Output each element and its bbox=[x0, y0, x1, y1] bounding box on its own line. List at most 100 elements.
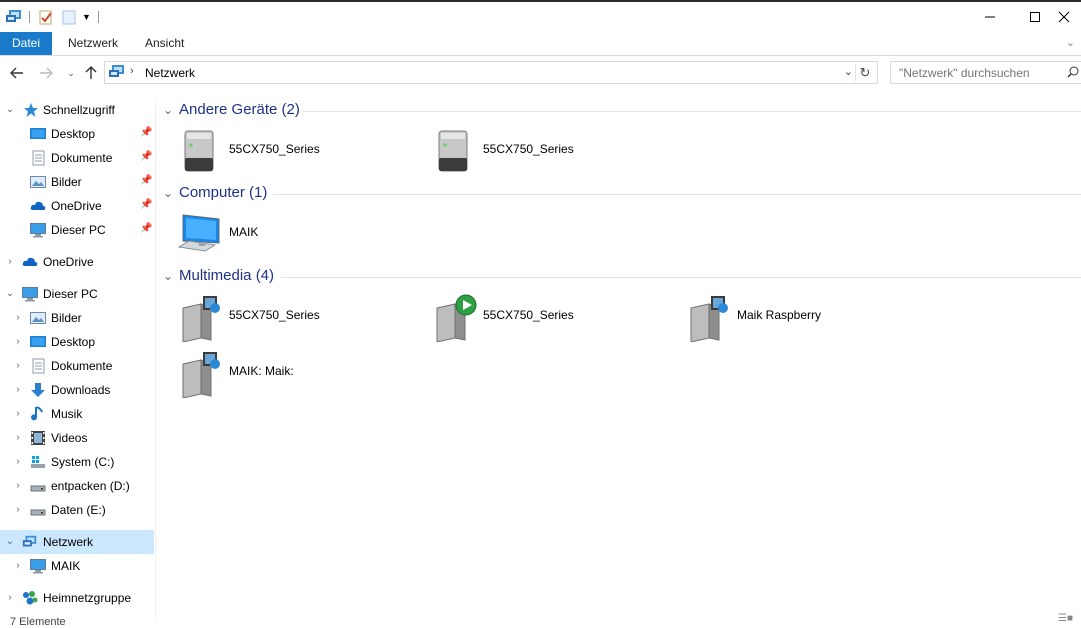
expanded-chevron-icon[interactable]: ⌄ bbox=[5, 104, 15, 115]
group-collapse-chevron-icon[interactable]: ⌄ bbox=[163, 103, 173, 117]
nav-item-pc-daten-e[interactable]: › Daten (E:) bbox=[0, 498, 154, 522]
nav-label: OneDrive bbox=[43, 255, 94, 269]
nav-label: Musik bbox=[51, 407, 83, 421]
media-server-icon bbox=[182, 352, 220, 398]
refresh-icon[interactable]: ↻ bbox=[855, 64, 874, 81]
media-server-icon bbox=[182, 296, 220, 342]
group-header-computer[interactable]: ⌄ Computer (1) bbox=[163, 184, 1081, 204]
collapsed-chevron-icon[interactable]: › bbox=[13, 384, 23, 395]
nav-label: System (C:) bbox=[51, 455, 115, 469]
search-box[interactable] bbox=[890, 61, 1081, 84]
ribbon-tabs: Datei Netzwerk Ansicht ⌄ bbox=[0, 32, 1081, 56]
nav-item-pc-musik[interactable]: › Musik bbox=[0, 402, 154, 426]
customize-quick-access-chevron-icon[interactable]: ▼ bbox=[82, 8, 91, 26]
details-view-icon[interactable]: ☰■ bbox=[1058, 613, 1073, 624]
computer-icon bbox=[30, 559, 46, 574]
media-item[interactable]: 55CX750_Series bbox=[181, 294, 421, 342]
nav-item-pc-system-c[interactable]: › System (C:) bbox=[0, 450, 154, 474]
breadcrumb-chevron-icon[interactable]: › bbox=[130, 65, 134, 77]
device-item[interactable]: 55CX750_Series bbox=[435, 128, 675, 176]
collapsed-chevron-icon[interactable]: › bbox=[13, 336, 23, 347]
pin-icon[interactable]: 📌 bbox=[140, 223, 152, 234]
nav-item-onedrive-quick[interactable]: OneDrive 📌 bbox=[0, 194, 154, 218]
expanded-chevron-icon[interactable]: ⌄ bbox=[5, 288, 15, 299]
computer-item[interactable]: MAIK bbox=[177, 211, 417, 259]
desktop-icon bbox=[30, 336, 46, 347]
media-server-icon bbox=[690, 296, 728, 342]
nav-item-desktop[interactable]: Desktop 📌 bbox=[0, 122, 154, 146]
collapsed-chevron-icon[interactable]: › bbox=[13, 480, 23, 491]
nav-item-pc-dokumente[interactable]: › Dokumente bbox=[0, 354, 154, 378]
collapsed-chevron-icon[interactable]: › bbox=[13, 408, 23, 419]
collapsed-chevron-icon[interactable]: › bbox=[13, 504, 23, 515]
recent-locations-chevron-icon[interactable]: ⌄ bbox=[62, 64, 80, 82]
new-folder-icon[interactable] bbox=[61, 8, 77, 26]
collapsed-chevron-icon[interactable]: › bbox=[5, 592, 15, 603]
pin-icon[interactable]: 📌 bbox=[140, 175, 152, 186]
address-dropdown-chevron-icon[interactable]: ⌄ bbox=[844, 65, 853, 78]
close-button[interactable] bbox=[1058, 6, 1081, 28]
group-header-other-devices[interactable]: ⌄ Andere Geräte (2) bbox=[163, 101, 1081, 121]
collapsed-chevron-icon[interactable]: › bbox=[13, 360, 23, 371]
breadcrumb-location[interactable]: Netzwerk bbox=[145, 66, 195, 80]
tab-datei[interactable]: Datei bbox=[0, 32, 53, 55]
device-item[interactable]: 55CX750_Series bbox=[181, 128, 421, 176]
nav-label: Videos bbox=[51, 431, 88, 445]
media-item[interactable]: MAIK: Maik: bbox=[181, 350, 421, 398]
minimize-icon bbox=[985, 16, 995, 18]
nav-item-dokumente[interactable]: Dokumente 📌 bbox=[0, 146, 154, 170]
nav-item-onedrive[interactable]: › OneDrive bbox=[0, 250, 154, 274]
nav-item-network-maik[interactable]: › MAIK bbox=[0, 554, 154, 578]
nav-item-pc-bilder[interactable]: › Bilder bbox=[0, 306, 154, 330]
maximize-button[interactable] bbox=[1013, 6, 1057, 28]
nav-item-pc-desktop[interactable]: › Desktop bbox=[0, 330, 154, 354]
star-icon bbox=[24, 103, 38, 117]
tab-netzwerk[interactable]: Netzwerk bbox=[56, 32, 130, 55]
nav-item-pc-entpacken-d[interactable]: › entpacken (D:) bbox=[0, 474, 154, 498]
collapsed-chevron-icon[interactable]: › bbox=[13, 456, 23, 467]
nav-label: Heimnetzgruppe bbox=[43, 591, 132, 605]
nav-label: Daten (E:) bbox=[51, 503, 106, 517]
network-icon bbox=[22, 535, 37, 547]
group-separator-line bbox=[281, 277, 1081, 278]
media-label: 55CX750_Series bbox=[483, 308, 574, 322]
media-item[interactable]: 55CX750_Series bbox=[435, 294, 675, 342]
collapsed-chevron-icon[interactable]: › bbox=[5, 256, 15, 267]
tab-ansicht[interactable]: Ansicht bbox=[133, 32, 196, 55]
cloud-icon bbox=[22, 257, 38, 266]
collapsed-chevron-icon[interactable]: › bbox=[13, 312, 23, 323]
nav-item-bilder[interactable]: Bilder 📌 bbox=[0, 170, 154, 194]
collapsed-chevron-icon[interactable]: › bbox=[13, 560, 23, 571]
nav-label: Netzwerk bbox=[43, 535, 94, 549]
pin-icon[interactable]: 📌 bbox=[140, 127, 152, 138]
pane-divider[interactable] bbox=[155, 98, 156, 622]
nav-item-network[interactable]: ⌄ Netzwerk bbox=[0, 530, 154, 554]
expanded-chevron-icon[interactable]: ⌄ bbox=[5, 536, 15, 547]
search-input[interactable] bbox=[897, 65, 1061, 81]
documents-icon bbox=[32, 358, 45, 374]
drive-icon bbox=[30, 485, 46, 492]
up-button[interactable] bbox=[82, 64, 100, 82]
arrow-right-icon bbox=[40, 67, 53, 79]
properties-icon[interactable] bbox=[38, 8, 54, 26]
nav-item-pc-videos[interactable]: › Videos bbox=[0, 426, 154, 450]
expand-ribbon-chevron-icon[interactable]: ⌄ bbox=[1066, 36, 1075, 49]
search-icon[interactable] bbox=[1067, 66, 1079, 81]
group-collapse-chevron-icon[interactable]: ⌄ bbox=[163, 269, 173, 283]
nav-item-this-pc-quick[interactable]: Dieser PC 📌 bbox=[0, 218, 154, 242]
nav-item-quick-access[interactable]: ⌄ Schnellzugriff bbox=[0, 98, 154, 122]
group-header-multimedia[interactable]: ⌄ Multimedia (4) bbox=[163, 267, 1081, 287]
collapsed-chevron-icon[interactable]: › bbox=[13, 432, 23, 443]
nav-label: Schnellzugriff bbox=[43, 103, 115, 117]
minimize-button[interactable] bbox=[968, 6, 1012, 28]
nav-item-this-pc[interactable]: ⌄ Dieser PC bbox=[0, 282, 154, 306]
media-item[interactable]: Maik Raspberry bbox=[689, 294, 929, 342]
pin-icon[interactable]: 📌 bbox=[140, 199, 152, 210]
back-button[interactable] bbox=[8, 64, 26, 82]
forward-button[interactable] bbox=[37, 64, 55, 82]
group-collapse-chevron-icon[interactable]: ⌄ bbox=[163, 186, 173, 200]
nav-item-homegroup[interactable]: › Heimnetzgruppe bbox=[0, 586, 154, 610]
nav-item-pc-downloads[interactable]: › Downloads bbox=[0, 378, 154, 402]
address-bar[interactable]: › Netzwerk ⌄ ↻ bbox=[104, 61, 878, 84]
pin-icon[interactable]: 📌 bbox=[140, 151, 152, 162]
